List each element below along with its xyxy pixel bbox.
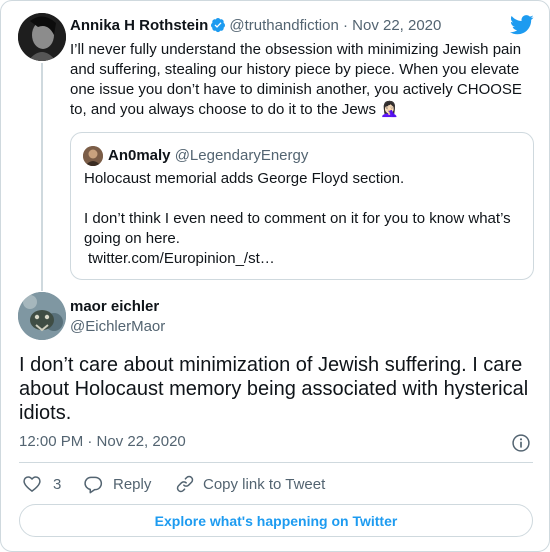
main-tweet-text: I don’t care about minimization of Jewis… — [19, 354, 529, 424]
reply-label: Reply — [113, 475, 152, 493]
like-count: 3 — [53, 475, 62, 493]
parent-author-name[interactable]: Annika H Rothstein — [70, 17, 208, 34]
maor-avatar[interactable] — [18, 292, 66, 340]
reply-bubble-icon — [84, 476, 103, 494]
reply-button[interactable]: Reply — [83, 473, 151, 495]
verified-badge-icon — [211, 18, 226, 33]
quoted-link[interactable]: twitter.com/Europinion_/st… — [84, 249, 524, 269]
tweet-embed-card: Annika H Rothstein @truthandfiction · Nov… — [0, 0, 550, 552]
quoted-tweet-header: An0maly @LegendaryEnergy — [108, 146, 308, 166]
heart-icon — [23, 476, 41, 492]
thread-connector-line — [41, 63, 43, 291]
like-button[interactable]: 3 — [22, 473, 61, 495]
quoted-line-2: I don’t think I even need to comment on … — [84, 210, 511, 247]
info-icon[interactable] — [511, 433, 531, 453]
quoted-tweet[interactable]: An0maly @LegendaryEnergy Holocaust memor… — [70, 132, 534, 280]
main-tweet-timestamp[interactable]: 12:00 PM · Nov 22, 2020 — [19, 432, 186, 452]
quoted-line-1: Holocaust memorial adds George Floyd sec… — [84, 170, 405, 187]
quoted-author-name: An0maly — [108, 147, 171, 164]
twitter-bird-icon[interactable] — [510, 15, 534, 35]
parent-tweet-header: Annika H Rothstein @truthandfiction · Nov… — [70, 16, 441, 36]
main-author-handle[interactable]: @EichlerMaor — [70, 317, 165, 337]
link-icon — [176, 475, 194, 493]
anomaly-avatar — [83, 146, 103, 166]
actions-divider — [19, 462, 533, 463]
parent-tweet-text: I’ll never fully understand the obsessio… — [70, 41, 522, 118]
parent-tweet-date[interactable]: Nov 22, 2020 — [352, 17, 441, 34]
explore-twitter-button[interactable]: Explore what's happening on Twitter — [19, 504, 533, 537]
quoted-author-handle: @LegendaryEnergy — [174, 147, 309, 164]
main-author-name[interactable]: maor eichler — [70, 297, 159, 317]
copy-link-button[interactable]: Copy link to Tweet — [175, 473, 325, 495]
copy-link-label: Copy link to Tweet — [203, 475, 326, 493]
quoted-tweet-text: Holocaust memorial adds George Floyd sec… — [84, 169, 524, 269]
parent-author-handle[interactable]: @truthandfiction — [229, 17, 338, 34]
annika-avatar[interactable] — [18, 13, 66, 61]
